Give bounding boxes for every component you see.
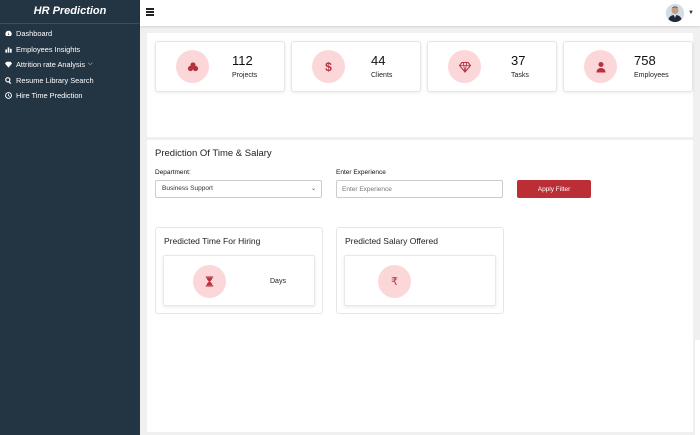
sidebar-item-label: Employees Insights [16,44,81,54]
stat-label: Clients [371,72,393,79]
sidebar-item-label: Resume Library Search [16,75,94,85]
predicted-salary-box: ₹ [344,255,496,306]
section-title: Prediction Of Time & Salary [155,148,272,159]
dollar-icon: $ [312,50,345,83]
dashboard-icon [4,29,13,38]
time-unit: Days [270,278,286,285]
department-value: Business Support [162,185,213,192]
predicted-salary-card: Predicted Salary Offered ₹ [336,227,504,314]
stat-card-projects: 112 Projects [155,41,285,92]
card-title: Predicted Salary Offered [345,236,438,246]
chevron-down-icon: ⌄ [310,186,316,192]
stat-value: 37 [511,53,526,68]
apply-filter-button[interactable]: Apply Filter [517,180,591,198]
search-icon [4,76,13,85]
sidebar-item-label: Dashboard [16,29,53,39]
department-label: Department: [155,169,191,176]
predicted-time-card: Predicted Time For Hiring Days [155,227,323,314]
stat-label: Projects [232,72,258,79]
card-title: Predicted Time For Hiring [164,236,261,246]
hourglass-icon [193,265,226,298]
sidebar-item-resume-library-search[interactable]: Resume Library Search [0,73,140,89]
stat-label: Tasks [511,72,529,79]
stat-label: Employees [634,72,669,79]
hamburger-icon[interactable] [146,8,154,17]
stat-card-tasks: 37 Tasks [427,41,557,92]
stat-card-employees: 758 Employees [563,41,693,92]
sidebar-item-hire-time-prediction[interactable]: Hire Time Prediction [0,88,140,104]
app-brand: HR Prediction [0,0,140,24]
stat-value: 44 [371,53,386,68]
stat-card-clients: $ 44 Clients [291,41,421,92]
clock-icon [4,91,13,100]
predicted-time-box: Days [163,255,315,306]
sidebar-item-dashboard[interactable]: Dashboard [0,26,140,42]
sidebar: HR Prediction Dashboard Employees Insigh… [0,0,140,435]
sidebar-item-employees-insights[interactable]: Employees Insights [0,42,140,58]
rupee-icon: ₹ [378,265,411,298]
scrollbar[interactable] [695,340,700,435]
user-avatar[interactable] [666,4,684,22]
stat-value: 112 [232,53,253,68]
department-select[interactable]: Business Support ⌄ [155,180,322,198]
stat-value: 758 [634,53,656,68]
experience-label: Enter Experience [336,169,386,176]
topbar: ▼ [140,0,700,26]
user-icon [584,50,617,83]
diamond-icon [4,60,13,69]
sidebar-item-label: Hire Time Prediction [16,91,83,101]
coins-icon [176,50,209,83]
sidebar-nav: Dashboard Employees Insights Attrition r… [0,24,140,104]
diamond-icon [448,50,481,83]
experience-input[interactable] [336,180,503,198]
chart-icon [4,45,13,54]
sidebar-item-attrition-rate-analysis[interactable]: Attrition rate Analysis ⌵ [0,57,140,73]
chevron-down-icon[interactable]: ⌵ [88,61,93,68]
caret-down-icon[interactable]: ▼ [688,10,694,16]
sidebar-item-label: Attrition rate Analysis [16,60,86,70]
